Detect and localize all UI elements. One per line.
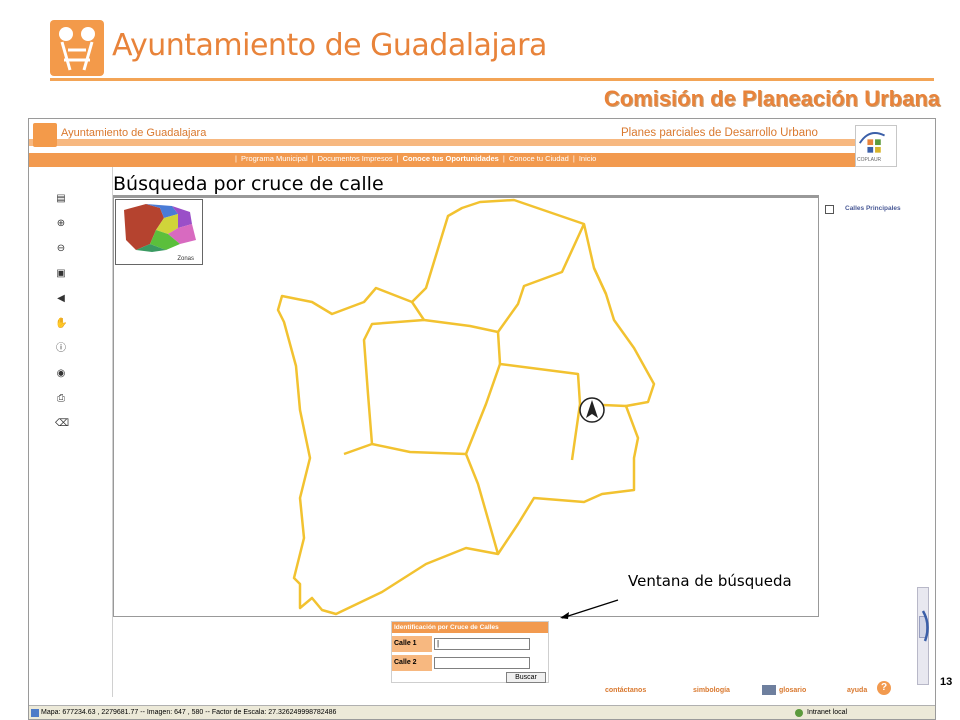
browser-window: Ayuntamiento de Guadalajara Planes parci… — [28, 118, 936, 720]
tool-column: ▤ ⊕ ⊖ ▣ ◀ ✋ ⓘ ◉ ⎙ ⌫ — [29, 167, 113, 697]
app-header: Ayuntamiento de Guadalajara Planes parci… — [29, 119, 935, 153]
help-link[interactable]: ayuda — [847, 687, 867, 694]
top-nav: | Programa Municipal | Documentos Impresos |… — [29, 153, 855, 167]
nav-link[interactable]: Inicio — [577, 154, 599, 163]
nav-links: | Programa Municipal | Documentos Impresos |… — [233, 154, 598, 163]
search-icon[interactable]: ◉ — [55, 368, 67, 380]
map-title: Búsqueda por cruce de calle — [113, 173, 384, 195]
callout-arrow-icon — [560, 599, 619, 619]
decorative-curve — [921, 610, 929, 642]
district-boundary — [464, 363, 502, 555]
street2-label: Calle 2 — [392, 655, 432, 671]
street1-label: Calle 1 — [392, 636, 432, 652]
info-icon[interactable]: ⓘ — [55, 343, 67, 355]
street2-input[interactable] — [434, 657, 530, 669]
district-boundary — [410, 223, 586, 334]
status-zone: Intranet local — [807, 709, 848, 716]
search-form-header: Identificación por Cruce de Calles — [392, 622, 548, 633]
nav-link[interactable]: Programa Municipal — [239, 154, 310, 163]
main-streets-label: Calles Principales — [845, 205, 901, 212]
full-extent-icon[interactable]: ▣ — [55, 268, 67, 280]
print-icon[interactable]: ⎙ — [55, 393, 67, 405]
intranet-zone-icon — [795, 709, 803, 717]
coplaur-label: COPLAUR — [857, 157, 882, 163]
nav-link[interactable]: Conoce tus Oportunidades — [401, 154, 501, 163]
zoom-out-icon[interactable]: ⊖ — [55, 243, 67, 255]
north-arrow-icon — [579, 397, 605, 423]
main-streets-checkbox[interactable] — [825, 205, 834, 214]
district-boundary — [496, 331, 582, 461]
district-map[interactable] — [114, 198, 819, 617]
district-boundary — [592, 267, 608, 295]
eraser-icon[interactable]: ⌫ — [55, 418, 69, 430]
street1-input[interactable]: | — [434, 638, 530, 650]
page-status-icon — [31, 709, 39, 717]
contact-link[interactable]: contáctanos — [605, 687, 646, 694]
help-icon[interactable]: ? — [877, 681, 891, 695]
slide: Ayuntamiento de Guadalajara Comisión de … — [0, 0, 960, 720]
callout-label: Ventana de búsqueda — [628, 572, 792, 590]
nav-separator: | — [396, 154, 399, 163]
zones-overview — [124, 204, 196, 252]
app-logo-icon[interactable] — [33, 123, 57, 147]
header-band — [29, 139, 855, 146]
district-boundary — [371, 442, 467, 456]
status-coordinates: Mapa: 677234.63 , 2279681.77 -- Imagen: … — [41, 709, 337, 716]
district-boundary — [343, 318, 425, 456]
nav-link[interactable]: Conoce tu Ciudad — [507, 154, 571, 163]
inset-label: Zonas — [177, 256, 194, 262]
zoom-in-icon[interactable]: ⊕ — [55, 218, 67, 230]
browser-status-bar: Mapa: 677234.63 , 2279681.77 -- Imagen: … — [29, 705, 935, 719]
app-section-title: Planes parciales de Desarrollo Urbano — [621, 127, 818, 139]
pan-hand-icon[interactable]: ✋ — [55, 318, 67, 330]
layers-icon[interactable]: ▤ — [55, 193, 67, 205]
search-button[interactable]: Buscar — [506, 672, 546, 683]
page-number: 13 — [940, 676, 953, 688]
back-icon[interactable]: ◀ — [55, 293, 67, 305]
guadalajara-logo-icon — [50, 20, 104, 76]
app-brand[interactable]: Ayuntamiento de Guadalajara — [61, 127, 206, 139]
glossary-link[interactable]: glosario — [779, 687, 806, 694]
slide-divider — [50, 78, 934, 81]
nav-separator: | — [311, 154, 314, 163]
zones-inset-map[interactable]: Zonas — [115, 199, 203, 265]
symbology-link[interactable]: simbología — [693, 687, 730, 694]
nav-link[interactable]: Documentos Impresos — [316, 154, 395, 163]
map-viewport[interactable]: Zonas — [113, 197, 819, 617]
slide-brand: Ayuntamiento de Guadalajara — [112, 28, 547, 63]
nav-separator: | — [502, 154, 505, 163]
nav-separator: | — [572, 154, 575, 163]
slide-subtitle: Comisión de Planeación Urbana — [603, 86, 940, 111]
street-search-form: Identificación por Cruce de Calles Calle… — [391, 621, 549, 683]
glossary-book-icon[interactable] — [762, 685, 776, 695]
